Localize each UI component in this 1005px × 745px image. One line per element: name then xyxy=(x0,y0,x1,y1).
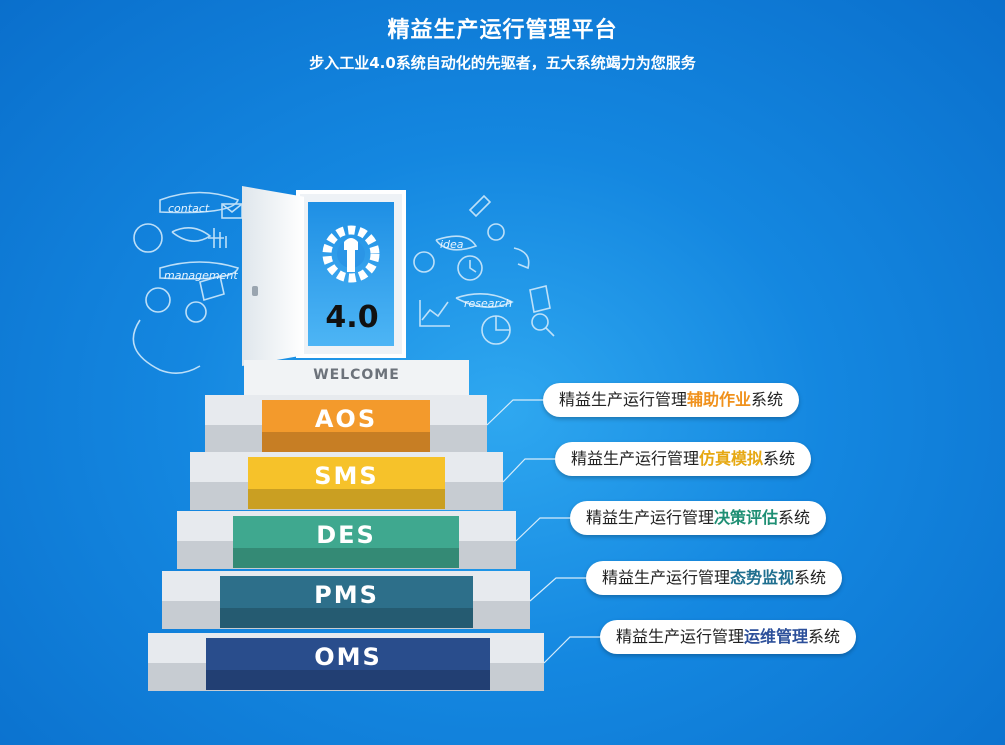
band-des: DES xyxy=(233,516,459,568)
wrench-gear-icon xyxy=(322,225,380,283)
doodle-idea-text: idea xyxy=(440,238,464,251)
welcome-step: WELCOME xyxy=(244,360,469,400)
label-suffix: 系统 xyxy=(751,390,784,409)
doodle-contact-text: contact xyxy=(168,202,210,215)
system-label-sms: 精益生产运行管理仿真模拟系统 xyxy=(555,442,812,476)
label-prefix: 精益生产运行管理 xyxy=(586,508,715,527)
label-highlight: 仿真模拟 xyxy=(699,449,764,468)
percent-icon xyxy=(487,223,505,241)
system-label-pms: 精益生产运行管理态势监视系统 xyxy=(586,561,843,595)
band-sms: SMS xyxy=(248,457,445,509)
label-suffix: 系统 xyxy=(763,449,796,468)
handshake-icon xyxy=(171,227,212,242)
doodle-research-text: research xyxy=(464,297,512,310)
money-bag-icon xyxy=(133,223,163,253)
label-suffix: 系统 xyxy=(794,568,827,587)
label-prefix: 精益生产运行管理 xyxy=(616,627,745,646)
document-icon xyxy=(529,285,551,313)
band-oms: OMS xyxy=(206,638,490,690)
label-suffix: 系统 xyxy=(808,627,841,646)
label-prefix: 精益生产运行管理 xyxy=(559,390,688,409)
trophy-icon xyxy=(513,247,530,270)
version-label: 4.0 xyxy=(325,300,379,335)
system-label-aos: 精益生产运行管理辅助作业系统 xyxy=(543,383,800,417)
welcome-label: WELCOME xyxy=(313,367,400,383)
label-highlight: 辅助作业 xyxy=(687,390,752,409)
band-pms: PMS xyxy=(220,576,473,628)
door-leaf xyxy=(242,186,304,366)
door-knob xyxy=(252,286,258,296)
band-aos: AOS xyxy=(262,400,430,452)
system-label-oms: 精益生产运行管理运维管理系统 xyxy=(600,620,857,654)
arrow-icon xyxy=(132,319,201,374)
lightbulb-icon xyxy=(413,251,435,273)
bar-chart-icon xyxy=(208,228,227,248)
doodle-management-text: management xyxy=(164,269,238,282)
label-suffix: 系统 xyxy=(778,508,811,527)
label-prefix: 精益生产运行管理 xyxy=(602,568,731,587)
label-highlight: 决策评估 xyxy=(714,508,779,527)
magnifier-icon xyxy=(531,313,549,331)
label-highlight: 态势监视 xyxy=(730,568,795,587)
label-highlight: 运维管理 xyxy=(744,627,809,646)
system-label-des: 精益生产运行管理决策评估系统 xyxy=(570,501,827,535)
label-prefix: 精益生产运行管理 xyxy=(571,449,700,468)
pencil-icon xyxy=(468,194,492,218)
gear-icon xyxy=(145,287,171,313)
